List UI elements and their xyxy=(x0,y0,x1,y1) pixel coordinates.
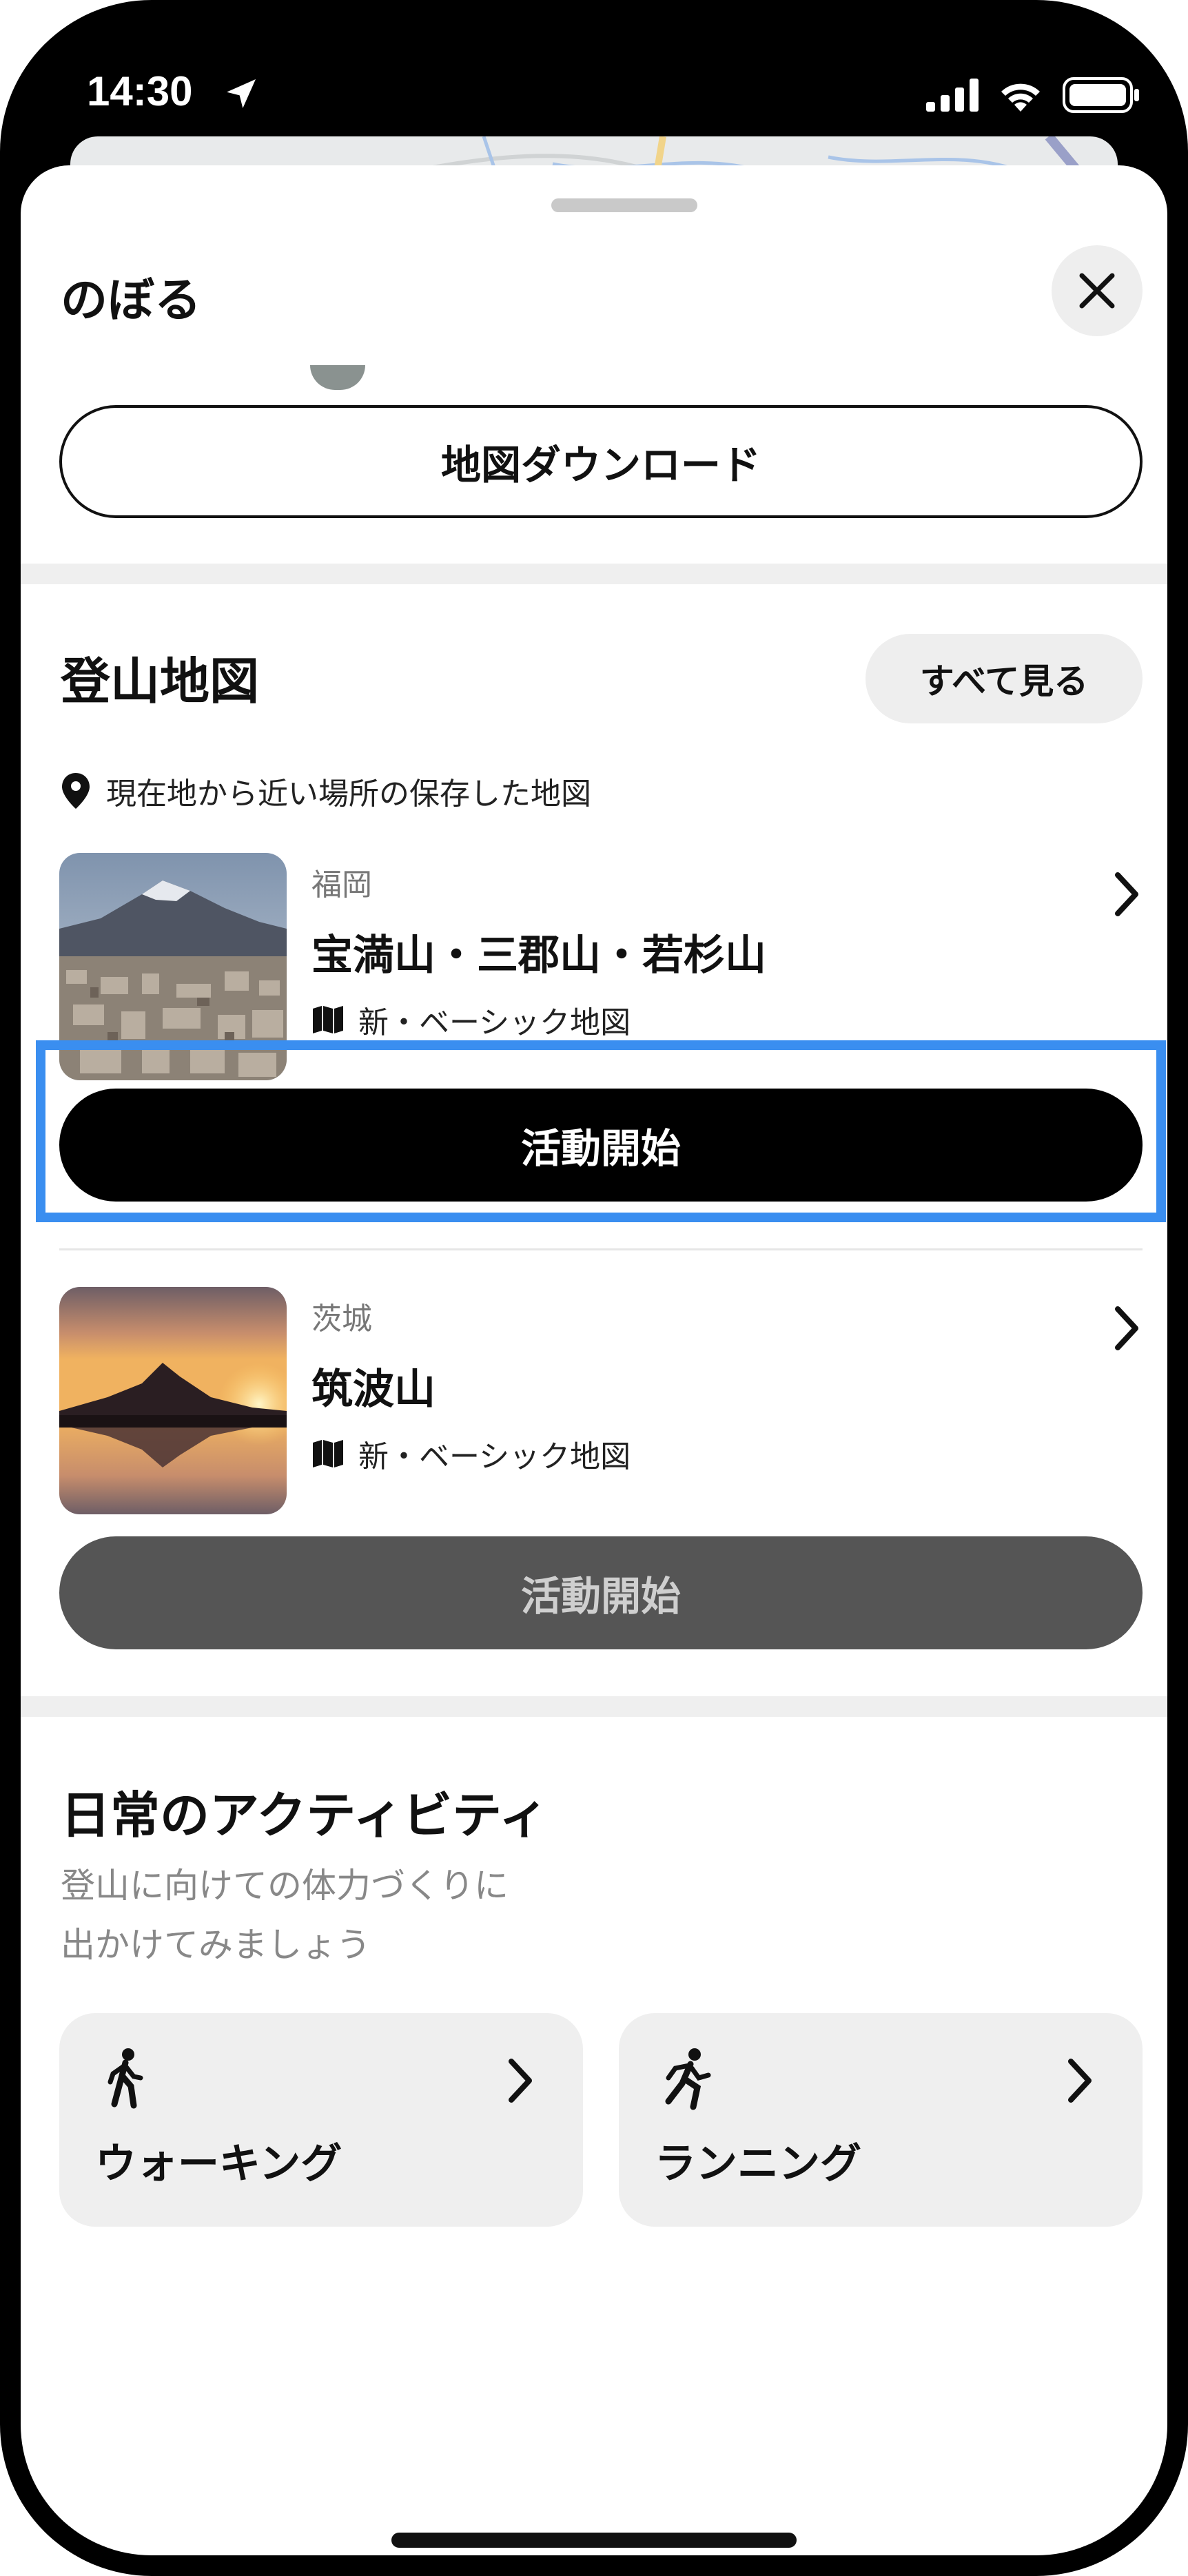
daily-activity-title: 日常のアクティビティ xyxy=(61,1786,549,1844)
walking-card[interactable]: ウォーキング xyxy=(59,2013,583,2227)
running-icon xyxy=(665,2048,711,2110)
mountain-thumbnail xyxy=(59,1287,287,1514)
section-divider xyxy=(21,1696,1167,1717)
home-indicator[interactable] xyxy=(391,2533,797,2548)
map-list-item[interactable]: 福岡 宝満山・三郡山・若杉山 新・ベーシック地図 xyxy=(59,853,1143,1080)
sheet-title: のぼる xyxy=(61,274,202,328)
mountain-thumbnail xyxy=(59,853,287,1080)
status-bar: 14:30 xyxy=(21,21,1167,145)
phone-frame: 14:30 のぼる 地図ダウンロード 登山地図 すべて見る 現在地から近い場所の… xyxy=(0,0,1188,2576)
item-map-type: 新・ベーシック地図 xyxy=(311,1432,631,1476)
screen: 14:30 のぼる 地図ダウンロード 登山地図 すべて見る 現在地から近い場所の… xyxy=(21,21,1167,2555)
wifi-icon xyxy=(1001,83,1040,112)
start-activity-button-disabled[interactable]: 活動開始 xyxy=(59,1536,1143,1649)
item-map-type-text: 新・ベーシック地図 xyxy=(358,1005,631,1040)
walking-icon xyxy=(107,2048,143,2109)
list-separator xyxy=(59,1248,1143,1250)
item-name: 筑波山 xyxy=(311,1366,436,1414)
map-download-button[interactable]: 地図ダウンロード xyxy=(59,405,1143,518)
section-divider xyxy=(21,564,1167,584)
map-icon xyxy=(313,1006,343,1033)
running-label: ランニング xyxy=(655,2140,861,2188)
item-region: 茨城 xyxy=(311,1301,372,1337)
city-mountain-photo xyxy=(59,853,287,1080)
item-map-type: 新・ベーシック地図 xyxy=(311,998,631,1042)
mountain-maps-title: 登山地図 xyxy=(61,652,260,710)
map-list-item[interactable]: 茨城 筑波山 新・ベーシック地図 xyxy=(59,1287,1143,1514)
item-region: 福岡 xyxy=(311,867,372,903)
chevron-right-icon xyxy=(1115,872,1138,916)
battery-icon xyxy=(1063,77,1139,113)
map-icon xyxy=(313,1440,343,1467)
chevron-right-icon xyxy=(1115,1306,1138,1350)
start-activity-button[interactable]: 活動開始 xyxy=(59,1089,1143,1202)
nearby-maps-text: 現在地から近い場所の保存した地図 xyxy=(106,776,591,812)
location-pin-icon xyxy=(62,773,90,809)
running-card[interactable]: ランニング xyxy=(619,2013,1143,2227)
location-arrow-icon xyxy=(227,79,256,108)
chevron-right-icon xyxy=(1068,2059,1092,2103)
sheet-grabber[interactable] xyxy=(551,198,697,212)
item-map-type-text: 新・ベーシック地図 xyxy=(358,1439,631,1474)
cellular-signal-icon xyxy=(926,79,979,112)
sunset-mountain-photo xyxy=(59,1287,287,1514)
walking-label: ウォーキング xyxy=(95,2140,342,2188)
close-button[interactable] xyxy=(1052,245,1143,336)
close-icon xyxy=(1079,273,1115,309)
see-all-button[interactable]: すべて見る xyxy=(866,634,1143,723)
status-time: 14:30 xyxy=(87,68,193,114)
daily-activity-subtitle-line1: 登山に向けての体力づくりに xyxy=(61,1866,509,1906)
status-indicators xyxy=(926,74,1140,116)
nearby-maps-caption: 現在地から近い場所の保存した地図 xyxy=(61,769,591,813)
item-name: 宝満山・三郡山・若杉山 xyxy=(311,931,766,980)
partial-avatar xyxy=(310,365,365,390)
chevron-right-icon xyxy=(509,2059,532,2103)
daily-activity-subtitle-line2: 出かけてみましょう xyxy=(61,1925,371,1965)
bottom-sheet: のぼる 地図ダウンロード 登山地図 すべて見る 現在地から近い場所の保存した地図 xyxy=(21,165,1167,2555)
